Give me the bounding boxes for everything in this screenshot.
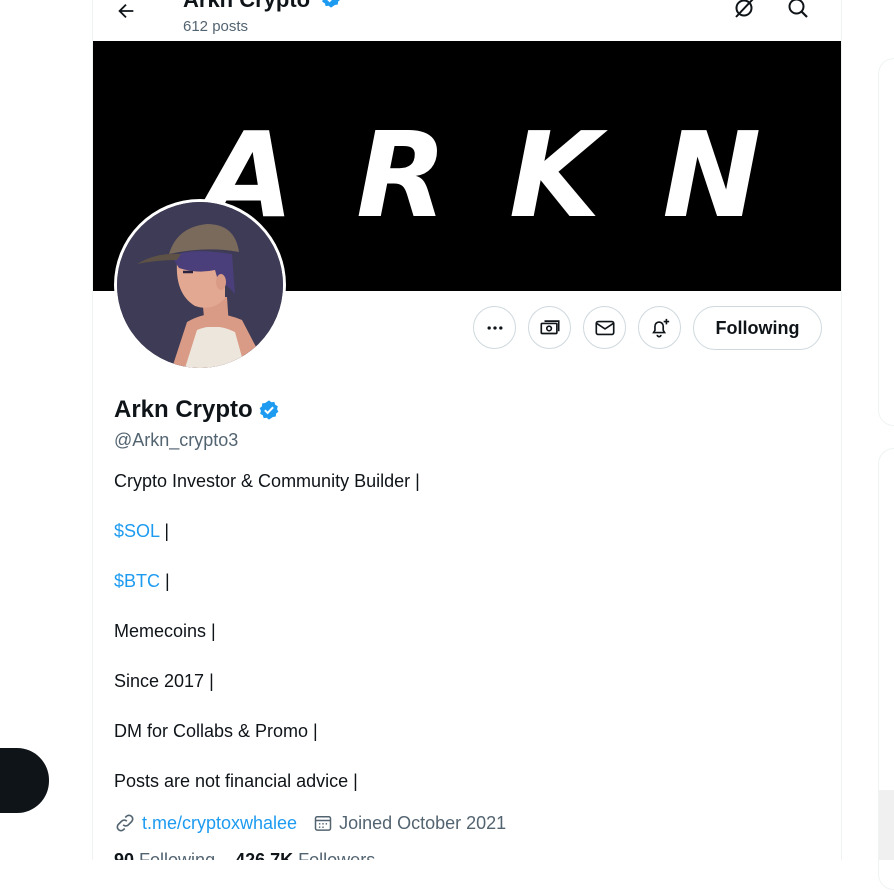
bio-line: $SOL |: [114, 521, 169, 542]
more-button[interactable]: [473, 306, 516, 349]
sidebar-card: [878, 58, 894, 426]
grok-icon: [735, 0, 754, 18]
follow-stats: 90 Following 426.7K Followers: [114, 850, 375, 860]
search-button[interactable]: [784, 0, 812, 22]
bio-separator: |: [160, 571, 170, 591]
followers-count: 426.7K: [235, 850, 294, 860]
bio-line: Memecoins |: [114, 621, 216, 641]
subscribe-button[interactable]: [528, 306, 571, 349]
more-icon: [487, 325, 502, 330]
followers-label: Followers: [298, 850, 376, 860]
bio-line: Crypto Investor & Community Builder |: [114, 471, 420, 491]
sidebar-shade: [879, 790, 894, 860]
joined-date: Joined October 2021: [339, 812, 507, 833]
banner-text: ARKN: [195, 106, 823, 244]
bio-line: $BTC |: [114, 571, 170, 592]
header-title-text: Arkn Crypto: [183, 0, 310, 12]
avatar-image: [117, 202, 283, 368]
back-arrow-icon: [118, 3, 134, 19]
message-button[interactable]: [583, 306, 626, 349]
cashtag-link[interactable]: $SOL: [114, 521, 159, 541]
search-icon: [788, 0, 808, 18]
bio-line: DM for Collabs & Promo |: [114, 721, 318, 741]
notifications-button[interactable]: [638, 306, 681, 349]
profile-name-text: Arkn Crypto: [114, 396, 253, 423]
grok-button[interactable]: [730, 0, 758, 22]
cashtag-link[interactable]: $BTC: [114, 571, 160, 591]
verified-badge-icon: [320, 0, 342, 15]
bell-plus-icon: [651, 318, 669, 338]
back-button[interactable]: [111, 0, 141, 26]
profile-column: Arkn Crypto 612 posts ARKN: [92, 0, 842, 860]
followers-stat[interactable]: 426.7K Followers: [235, 850, 375, 860]
following-stat[interactable]: 90 Following: [114, 850, 215, 860]
profile-handle: @Arkn_crypto3: [114, 430, 239, 450]
left-nav-button[interactable]: [0, 748, 49, 813]
following-label: Following: [139, 850, 216, 860]
header-title: Arkn Crypto: [183, 0, 342, 15]
profile-link[interactable]: t.me/cryptoxwhalee: [142, 813, 297, 834]
link-icon: [114, 812, 136, 834]
top-bar: Arkn Crypto 612 posts: [93, 0, 841, 41]
verified-badge-icon[interactable]: [258, 399, 280, 421]
avatar[interactable]: [114, 199, 286, 371]
header-posts-count: 612 posts: [183, 18, 249, 35]
envelope-icon: [594, 320, 615, 335]
bio-line: Since 2017 |: [114, 671, 214, 691]
following-count: 90: [114, 850, 135, 860]
bio-separator: |: [159, 521, 170, 541]
profile-name: Arkn Crypto: [114, 396, 280, 424]
profile-meta: t.me/cryptoxwhalee Joined October 2021: [114, 812, 506, 834]
following-button[interactable]: Following: [693, 306, 822, 350]
bio-line: Posts are not financial advice |: [114, 771, 358, 791]
money-icon: [539, 319, 560, 334]
calendar-icon: [313, 813, 333, 833]
